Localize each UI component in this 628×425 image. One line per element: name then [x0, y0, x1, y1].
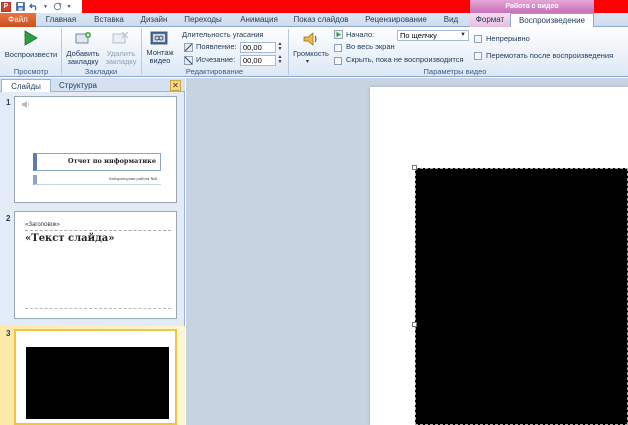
- group-separator: [61, 29, 62, 75]
- speaker-icon: [21, 100, 31, 109]
- volume-icon[interactable]: [302, 30, 320, 48]
- slide-2-header: «Заголовок»: [25, 222, 60, 228]
- fade-out-spinner[interactable]: 00,00: [240, 55, 276, 66]
- fade-in-spin-arrows[interactable]: ▲ ▼: [276, 42, 284, 53]
- start-icon: [334, 30, 343, 39]
- start-label: Начало:: [346, 30, 375, 39]
- loop-label: Непрерывно: [486, 34, 530, 43]
- play-icon[interactable]: [24, 30, 38, 46]
- tab-format[interactable]: Формат: [470, 13, 510, 27]
- video-frame[interactable]: [415, 168, 628, 425]
- resize-handle-left[interactable]: [412, 322, 417, 327]
- fade-out-label: Исчезание:: [196, 55, 236, 64]
- rewind-label: Перемотать после воспроизведения: [486, 51, 614, 60]
- group-label-video-options: Параметры видео: [423, 67, 487, 76]
- slide-thumbnail-1[interactable]: Отчет по информатике Лабораторная работа…: [14, 96, 177, 203]
- start-dropdown-value: По щелчку: [400, 31, 437, 40]
- loop-checkbox[interactable]: [474, 35, 482, 43]
- redo-icon[interactable]: [52, 2, 62, 12]
- remove-bookmark-icon[interactable]: [112, 31, 130, 45]
- group-label-preview: Просмотр: [13, 67, 49, 76]
- fade-out-spin-arrows[interactable]: ▲ ▼: [276, 55, 284, 66]
- fullscreen-label: Во весь экран: [346, 42, 395, 51]
- resize-handle-top-left[interactable]: [412, 165, 417, 170]
- slide-2-text: «Текст слайда»: [25, 233, 115, 244]
- trim-video-icon[interactable]: [150, 29, 168, 47]
- save-icon[interactable]: [15, 2, 25, 12]
- video-tools-context-header: Работа с видео: [470, 0, 594, 13]
- fullscreen-checkbox[interactable]: [334, 44, 342, 52]
- slide-thumbnail-3[interactable]: [14, 329, 177, 425]
- group-label-editing: Редактирование: [185, 67, 244, 76]
- add-bookmark-icon[interactable]: [75, 31, 93, 45]
- tab-slideshow[interactable]: Показ слайдов: [292, 13, 350, 27]
- fade-in-icon: [184, 43, 193, 52]
- tab-insert[interactable]: Вставка: [86, 13, 132, 27]
- chevron-down-icon: ▼: [460, 32, 466, 38]
- hide-checkbox[interactable]: [334, 57, 342, 65]
- slide-1-subtitle: Лабораторная работа №5: [108, 176, 157, 181]
- fade-out-icon: [184, 56, 193, 65]
- close-pane-icon[interactable]: ✕: [170, 80, 181, 91]
- start-dropdown[interactable]: По щелчку ▼: [397, 30, 469, 41]
- tab-file[interactable]: Файл: [0, 13, 36, 27]
- play-button[interactable]: Воспроизвести: [2, 51, 60, 59]
- slide-number: 1: [6, 98, 11, 107]
- undo-dropdown-icon[interactable]: ▼: [43, 2, 48, 12]
- slide-1-title: Отчет по информатике: [67, 157, 156, 165]
- tab-home[interactable]: Главная: [40, 13, 82, 27]
- video-thumbnail: [26, 347, 169, 419]
- trim-video-button[interactable]: Монтаж видео: [144, 49, 176, 65]
- tab-design[interactable]: Дизайн: [134, 13, 174, 27]
- hide-label: Скрыть, пока не воспроизводится: [346, 55, 464, 64]
- powerpoint-app-icon[interactable]: P: [1, 1, 11, 12]
- footer-divider: [25, 308, 171, 309]
- fade-in-label: Появление:: [196, 42, 237, 51]
- title-bar-fill-right: [594, 0, 628, 13]
- group-separator: [288, 29, 289, 75]
- tab-animations[interactable]: Анимация: [232, 13, 286, 27]
- fade-duration-title: Длительность угасания: [182, 30, 264, 39]
- customize-qat-icon[interactable]: ▾: [66, 2, 72, 12]
- header-divider: [25, 230, 171, 231]
- add-bookmark-button[interactable]: Добавить закладку: [64, 50, 102, 66]
- quick-access-toolbar: P ▼ ▾: [0, 0, 72, 13]
- group-label-bookmarks: Закладки: [84, 67, 118, 76]
- title-box: Отчет по информатике: [33, 153, 161, 171]
- pane-tab-slides[interactable]: Слайды: [1, 79, 51, 92]
- title-bar-fill: [82, 0, 470, 13]
- pane-tab-outline[interactable]: Структура: [53, 79, 103, 92]
- volume-dropdown-icon[interactable]: ▾: [306, 58, 309, 65]
- undo-icon[interactable]: [29, 2, 39, 12]
- tab-view[interactable]: Вид: [438, 13, 464, 27]
- subtitle-box: Лабораторная работа №5: [33, 175, 161, 185]
- tab-review[interactable]: Рецензирование: [362, 13, 430, 27]
- volume-button[interactable]: Громкость: [290, 50, 332, 58]
- fade-in-spinner[interactable]: 00,00: [240, 42, 276, 53]
- slide-number: 3: [6, 329, 11, 338]
- slide-thumbnail-2[interactable]: «Заголовок» «Текст слайда»: [14, 211, 177, 319]
- slide-number: 2: [6, 214, 11, 223]
- remove-bookmark-button[interactable]: Удалить закладку: [103, 50, 139, 66]
- rewind-checkbox[interactable]: [474, 52, 482, 60]
- group-separator: [141, 29, 142, 75]
- tab-transitions[interactable]: Переходы: [178, 13, 228, 27]
- tab-playback[interactable]: Воспроизведение: [510, 13, 594, 28]
